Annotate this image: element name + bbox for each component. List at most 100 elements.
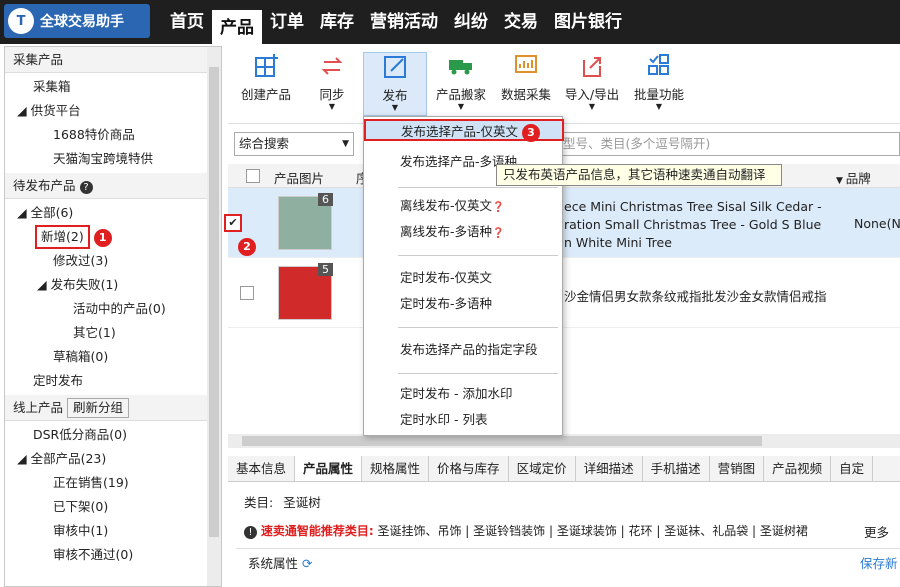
tree-offline[interactable]: 已下架(0) [5,495,221,519]
recommend-item[interactable]: 花环 [629,524,653,538]
sys-attr-label: 系统属性 [248,556,299,571]
step-badge-2: 2 [238,238,256,256]
tab-basic[interactable]: 基本信息 [228,456,296,481]
nav-inventory[interactable]: 库存 [312,0,362,44]
warning-icon: ! [244,526,257,539]
expand-icon[interactable]: ◢ [17,205,31,220]
search-input[interactable]: 型号、类目(多个逗号隔开) [558,132,900,156]
batch-button[interactable]: 批量功能 ▼ [630,52,688,116]
tree-collect-box[interactable]: 采集箱 [5,75,221,99]
nav-marketing[interactable]: 营销活动 [362,0,446,44]
truck-icon [449,60,472,75]
data-collect-button[interactable]: 数据采集 [498,52,554,116]
tree-1688[interactable]: 1688特价商品 [5,123,221,147]
tab-marketing-img[interactable]: 营销图 [710,456,765,481]
tab-attributes[interactable]: 产品属性 [295,456,363,481]
menu-offline-english[interactable]: 离线发布-仅英文❓ [400,195,504,217]
tree-label: 全部(6) [30,205,74,220]
expand-icon[interactable]: ◢ [37,277,51,292]
product-image: 5 [278,263,333,320]
search-mode-select[interactable]: 综合搜索 ▼ [234,132,354,156]
recommend-item[interactable]: 圣诞袜、礼品袋 [664,524,748,538]
dropdown-icon: ▼ [836,176,846,186]
tree-dsr[interactable]: DSR低分商品(0) [5,423,221,447]
save-new-link[interactable]: 保存新 [860,553,898,572]
refresh-group-button[interactable]: 刷新分组 [67,398,130,418]
image-count: 5 [318,263,333,276]
recommend-item[interactable]: 圣诞球装饰 [557,524,617,538]
tree-rejected[interactable]: 审核不通过(0) [5,543,221,567]
tab-custom[interactable]: 自定 [831,456,874,481]
menu-publish-english[interactable]: 发布选择产品-仅英文 3 [364,119,564,142]
nav-disputes[interactable]: 纠纷 [446,0,496,44]
menu-offline-multilang[interactable]: 离线发布-多语种❓ [400,221,504,243]
expand-icon[interactable]: ◢ [17,451,31,466]
sys-attr-bar: 系统属性 ⟳ 保存新 [236,548,900,572]
tab-desc[interactable]: 详细描述 [576,456,643,481]
tab-region[interactable]: 区域定价 [509,456,576,481]
select-all-checkbox[interactable] [246,169,260,183]
tree-scheduled[interactable]: 定时发布 [5,369,221,393]
menu-watermark-list[interactable]: 定时水印 - 列表 [400,409,487,431]
tree-on-sale[interactable]: 正在销售(19) [5,471,221,495]
recommend-item[interactable]: 圣诞铃铛装饰 [473,524,545,538]
menu-scheduled-watermark[interactable]: 定时发布 - 添加水印 [400,383,512,405]
menu-scheduled-multilang[interactable]: 定时发布-多语种 [400,293,492,315]
nav-products[interactable]: 产品 [212,6,262,44]
tree-tmall[interactable]: 天猫淘宝跨境特供 [5,147,221,171]
refresh-icon[interactable]: ⟳ [302,556,312,571]
detail-tabs: 基本信息 产品属性 规格属性 价格与库存 区域定价 详细描述 手机描述 营销图 … [228,456,900,482]
menu-publish-fields[interactable]: 发布选择产品的指定字段 [400,339,538,361]
tree-all[interactable]: ◢ 全部(6) [5,201,221,225]
tree-supply[interactable]: ◢ 供货平台 [5,99,221,123]
tree-label: 发布失败(1) [50,277,119,292]
tree-modified[interactable]: 修改过(3) [5,249,221,273]
tree-all-products[interactable]: ◢ 全部产品(23) [5,447,221,471]
left-scrollbar[interactable] [207,47,221,586]
product-title: 沙金情侣男女款条纹戒指批发沙金女款情侣戒指 [564,289,827,304]
nav-home[interactable]: 首页 [162,0,212,44]
recommend-item[interactable]: 圣诞挂饰、吊饰 [377,524,461,538]
edit-square-icon [384,56,406,78]
tree-new[interactable]: 新增(2) 1 [5,225,221,249]
step-badge-1: 1 [93,229,112,247]
more-link[interactable]: 更多 [864,522,889,541]
help-icon: ❓ [492,202,505,213]
tree-label: 全部产品(23) [30,451,107,466]
pending-header: 待发布产品 ? [5,173,221,199]
help-icon[interactable]: ? [79,181,93,194]
create-product-button[interactable]: 创建产品 [236,52,296,116]
menu-divider [398,327,558,328]
horizontal-scrollbar[interactable] [228,434,900,448]
tree-active[interactable]: 活动中的产品(0) [5,297,221,321]
nav-image-bank[interactable]: 图片银行 [546,0,630,44]
publish-button[interactable]: 发布 ▼ [363,52,427,116]
row-checkbox[interactable] [240,286,254,300]
recommend-item[interactable]: 圣诞树裙 [760,524,808,538]
menu-scheduled-english[interactable]: 定时发布-仅英文 [400,267,492,289]
tab-spec[interactable]: 规格属性 [362,456,430,481]
table-row[interactable]: 5 沙金情侣男女款条纹戒指批发沙金女款情侣戒指 [228,258,900,328]
tab-price[interactable]: 价格与库存 [429,456,509,481]
tree-reviewing[interactable]: 审核中(1) [5,519,221,543]
main-panel: 创建产品 同步 ▼ 发布 ▼ 产品搬家 ▼ 数据采集 导入/导出 ▼ 批量功能 ▼ 综合搜… [224,46,900,587]
tree-other[interactable]: 其它(1) [5,321,221,345]
tree-drafts[interactable]: 草稿箱(0) [5,345,221,369]
tab-mobile[interactable]: 手机描述 [643,456,710,481]
nav-orders[interactable]: 订单 [262,0,312,44]
help-icon: ❓ [492,228,505,239]
menu-divider [398,373,558,374]
tree-failed[interactable]: ◢ 发布失败(1) [5,273,221,297]
nav-trade[interactable]: 交易 [496,0,546,44]
sync-button[interactable]: 同步 ▼ [312,52,352,116]
expand-icon[interactable]: ◢ [17,103,31,118]
product-brand: None(N [854,216,900,231]
tab-video[interactable]: 产品视频 [764,456,832,481]
category-row: 类目: 圣诞树 [244,492,321,511]
table-row[interactable]: ✔ 2 6 ece Mini Christmas Tree Sisal Silk… [224,188,900,258]
import-export-button[interactable]: 导入/导出 ▼ [562,52,622,116]
product-move-button[interactable]: 产品搬家 ▼ [433,52,489,116]
row-checkbox[interactable]: ✔ [224,214,242,232]
product-title: ece Mini Christmas Tree Sisal Silk Cedar… [564,199,822,250]
left-panel: 采集产品 采集箱 ◢ 供货平台 1688特价商品 天猫淘宝跨境特供 待发布产品 … [4,46,222,587]
